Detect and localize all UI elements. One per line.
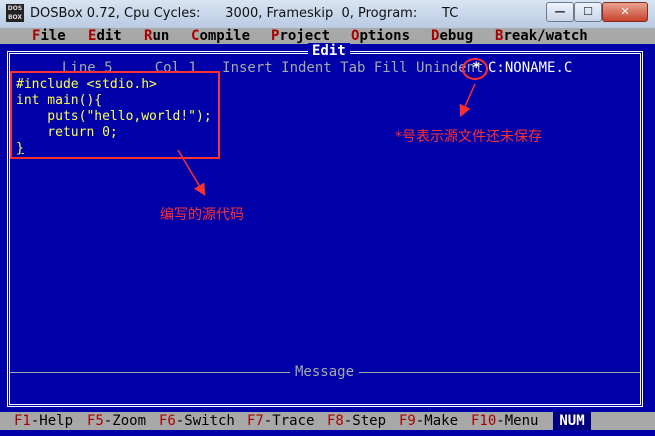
minimize-button[interactable]: — bbox=[546, 2, 574, 22]
menu-label: reak/watch bbox=[503, 28, 588, 44]
fkey-make[interactable]: F9-Make bbox=[399, 412, 458, 430]
fkey-label: -Switch bbox=[175, 413, 235, 429]
fkey-label: -Step bbox=[343, 413, 387, 429]
window-titlebar: DOS BOX DOSBox 0.72, Cpu Cycles: 3000, F… bbox=[0, 0, 655, 29]
menu-options[interactable]: Options bbox=[351, 28, 410, 44]
fkey-key: F1 bbox=[14, 413, 31, 429]
menu-bar: File Edit Run Compile Project Options De… bbox=[0, 28, 655, 44]
menu-run[interactable]: Run bbox=[144, 28, 169, 44]
fkey-trace[interactable]: F7-Trace bbox=[247, 412, 314, 430]
menu-break-watch[interactable]: Break/watch bbox=[495, 28, 588, 44]
fkey-label: -Help bbox=[30, 413, 74, 429]
menu-file[interactable]: File bbox=[32, 28, 66, 44]
menu-label: dit bbox=[96, 28, 122, 44]
menu-compile[interactable]: Compile bbox=[191, 28, 250, 44]
menu-edit[interactable]: Edit bbox=[88, 28, 122, 44]
menu-label: roject bbox=[279, 28, 331, 44]
fkey-step[interactable]: F8-Step bbox=[327, 412, 386, 430]
fkey-key: F7 bbox=[247, 413, 264, 429]
fkey-label: -Menu bbox=[496, 413, 539, 429]
menu-label: ile bbox=[40, 28, 66, 44]
fkey-label: -Make bbox=[415, 413, 459, 429]
edit-window-title: Edit bbox=[308, 43, 350, 60]
close-button[interactable]: ✕ bbox=[602, 2, 648, 22]
fkey-key: F8 bbox=[327, 413, 344, 429]
source-code-annotation: 编写的源代码 bbox=[160, 207, 244, 223]
dosbox-app-icon[interactable]: DOS BOX bbox=[6, 4, 24, 22]
unsaved-marker-highlight-circle bbox=[462, 58, 488, 80]
fkey-switch[interactable]: F6-Switch bbox=[159, 412, 235, 430]
menu-project[interactable]: Project bbox=[271, 28, 330, 44]
fkey-zoom[interactable]: F5-Zoom bbox=[87, 412, 146, 430]
source-code-highlight-box bbox=[10, 71, 220, 159]
menu-label: ebug bbox=[439, 28, 474, 44]
fkey-key: F5 bbox=[87, 413, 104, 429]
fkey-label: -Zoom bbox=[103, 413, 147, 429]
fkey-key: F6 bbox=[159, 413, 176, 429]
file-name: C:NONAME.C bbox=[488, 60, 573, 76]
num-lock-indicator: NUM bbox=[553, 412, 591, 430]
menu-debug[interactable]: Debug bbox=[431, 28, 473, 44]
message-panel-title: Message bbox=[290, 364, 360, 381]
unsaved-annotation: *号表示源文件还未保存 bbox=[395, 129, 542, 145]
fkey-key: F10 bbox=[471, 413, 497, 429]
menu-label: un bbox=[152, 28, 170, 44]
fkey-help[interactable]: F1-Help bbox=[14, 412, 73, 430]
maximize-button[interactable]: ☐ bbox=[574, 2, 602, 22]
fkey-label: -Trace bbox=[263, 413, 315, 429]
window-title: DOSBox 0.72, Cpu Cycles: 3000, Frameskip… bbox=[30, 6, 459, 21]
menu-label: ptions bbox=[359, 28, 411, 44]
menu-label: ompile bbox=[199, 28, 251, 44]
fkey-key: F9 bbox=[399, 413, 416, 429]
fkey-menu[interactable]: F10-Menu bbox=[471, 412, 538, 430]
